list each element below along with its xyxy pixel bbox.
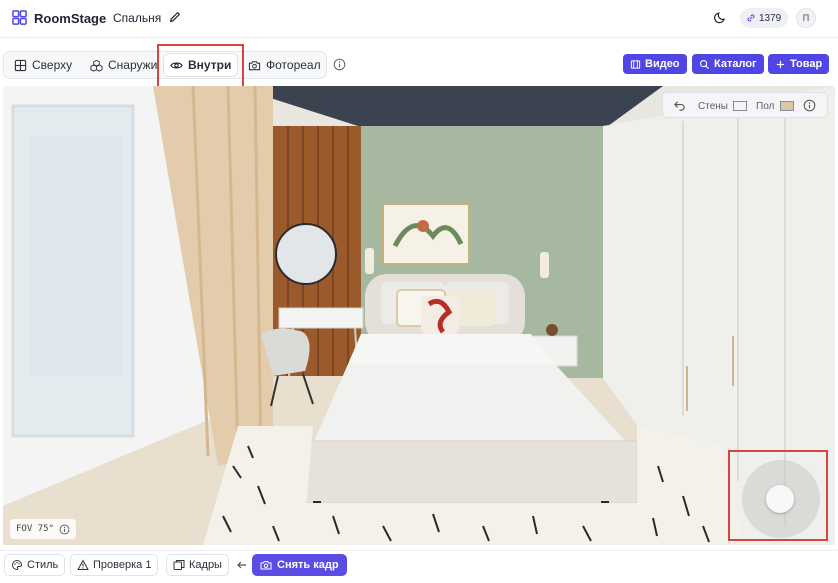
button-label: Стиль [27,559,59,571]
warning-icon [77,559,89,570]
credits-count: 1379 [759,12,782,24]
camera-icon [248,60,261,70]
check-button[interactable]: Проверка 1 [70,554,159,576]
button-label: Каталог [714,58,757,70]
grid-icon [14,59,27,71]
palette-icon [12,559,23,571]
floor-toggle[interactable] [780,101,794,111]
top-bar: RoomStage Спальня 1379 П [0,0,838,38]
camera-icon [260,561,272,570]
visibility-panel: Стены Пол [662,92,828,118]
tab-label: Снаружи [108,58,158,72]
tab-label: Фотореал [266,58,321,72]
walls-toggle[interactable] [733,101,747,111]
add-product-button[interactable]: Товар [768,54,830,74]
view-tabs: Сверху Снаружи Внутри Фотореал [3,51,327,79]
button-label: Снять кадр [277,559,339,571]
frames-button[interactable]: Кадры [166,554,229,576]
room-render [3,86,835,545]
undo-icon[interactable] [673,99,686,112]
search-icon [700,59,710,69]
avatar[interactable]: П [796,8,816,28]
3d-viewport[interactable]: Стены Пол FOV 75° [3,86,835,545]
fov-indicator: FOV 75° [10,519,76,539]
project-name: Спальня [113,11,162,25]
grid-logo-icon[interactable] [12,10,27,25]
button-label: Видео [645,58,680,70]
button-label: Кадры [189,559,222,571]
video-button[interactable]: Видео [623,54,687,74]
info-icon[interactable] [333,58,346,71]
style-button[interactable]: Стиль [4,554,66,576]
link-icon [747,14,755,22]
info-icon[interactable] [59,524,70,535]
tab-label: Внутри [188,58,232,72]
button-label: Проверка 1 [93,559,152,571]
fov-value: FOV 75° [16,524,54,534]
info-icon[interactable] [803,99,816,112]
view-toolbar: Сверху Снаружи Внутри Фотореал Видео Кат… [0,46,838,82]
button-label: Товар [790,58,823,70]
tab-top-view[interactable]: Сверху [8,54,78,76]
brand-name: RoomStage [34,11,107,26]
plus-icon [776,60,785,68]
capture-frame-button[interactable]: Снять кадр [252,554,347,576]
bottom-toolbar: Стиль Проверка 1 Кадры Снять кадр [0,550,838,580]
arrow-left-icon[interactable] [236,559,248,571]
images-icon [173,560,185,570]
floor-label: Пол [756,101,775,112]
joystick-highlight-frame [728,450,828,541]
tab-outside-view[interactable]: Снаружи [84,54,163,76]
tab-photoreal-view[interactable]: Фотореал [242,54,327,76]
walls-label: Стены [698,101,728,112]
tab-label: Сверху [32,58,73,72]
pencil-icon[interactable] [168,10,182,24]
eye-icon [170,62,183,68]
moon-icon[interactable] [714,10,728,24]
credits-badge[interactable]: 1379 [740,8,789,28]
film-icon [630,59,641,69]
tab-inside-view[interactable]: Внутри [164,54,238,76]
catalog-button[interactable]: Каталог [692,54,764,74]
cubes-icon [90,59,103,72]
